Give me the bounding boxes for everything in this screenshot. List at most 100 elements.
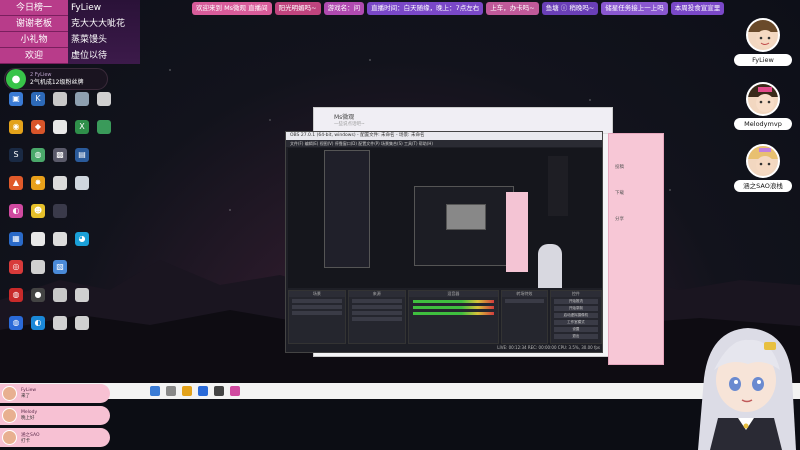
- windows-taskbar: [0, 383, 800, 399]
- marquee-item: 储星任务接上一上吗: [601, 2, 668, 15]
- desktop-icon[interactable]: ▦: [4, 232, 28, 246]
- info-value: 蒸菜馒头: [71, 35, 108, 45]
- source-item[interactable]: [351, 299, 402, 303]
- info-label: 欢迎: [0, 48, 68, 64]
- desktop-icon[interactable]: ◎: [4, 260, 28, 274]
- desktop-icon[interactable]: ▲: [4, 176, 28, 190]
- scene-item[interactable]: [292, 311, 342, 315]
- desktop-icon[interactable]: [48, 232, 72, 246]
- desktop-icon[interactable]: ◉: [4, 120, 28, 134]
- obs-docks: 场景 来源 混音器 转场特效 控件 开始推流 开始录制 启动虚拟摄像机 工作室模…: [288, 290, 602, 344]
- studio-mode-button[interactable]: 工作室模式: [553, 320, 598, 325]
- info-label: 小礼物: [0, 32, 68, 48]
- obs-menu-bar[interactable]: 文件(F) 编辑(E) 视图(V) 停靠窗口(D) 配置文件(P) 场景集合(S…: [286, 140, 602, 147]
- scene-item[interactable]: [292, 299, 342, 303]
- app-icon[interactable]: [230, 386, 240, 396]
- start-streaming-button[interactable]: 开始推流: [553, 299, 598, 304]
- desktop-icon[interactable]: [70, 316, 94, 330]
- chat-text: 来了: [21, 394, 30, 399]
- desktop-icon[interactable]: ◍: [4, 288, 28, 302]
- obs-window[interactable]: OBS 27.0.1 (64-bit, windows) - 配置文件: 未命名…: [285, 131, 603, 353]
- pink-panel-label: 下载: [615, 191, 624, 196]
- info-label: 今日榜一: [0, 0, 68, 16]
- viewer-name: Melodymvp: [734, 118, 792, 130]
- sources-dock[interactable]: 来源: [347, 290, 406, 344]
- desktop-icon[interactable]: [48, 204, 72, 218]
- avatar: [746, 18, 780, 52]
- desktop-icon[interactable]: ▣: [4, 92, 28, 106]
- edge-icon[interactable]: [198, 386, 208, 396]
- desktop-icon[interactable]: ▩: [48, 148, 72, 162]
- desktop-icon[interactable]: ●: [26, 288, 50, 302]
- transitions-dock[interactable]: 转场特效: [501, 290, 548, 344]
- desktop-icon[interactable]: [48, 120, 72, 134]
- desktop-icon[interactable]: ◍: [4, 316, 28, 330]
- info-row: 今日榜一 FyLiew: [0, 0, 140, 16]
- viewer-card: FyLiew: [734, 18, 792, 66]
- desktop-icon[interactable]: [26, 232, 50, 246]
- settings-button[interactable]: 设置: [553, 327, 598, 332]
- audio-meter: [412, 306, 495, 309]
- info-row: 谢谢老板 克大大大呲花: [0, 16, 140, 32]
- scene-item[interactable]: [292, 305, 342, 309]
- source-item[interactable]: [351, 305, 402, 309]
- nested-character: [538, 244, 562, 288]
- chat-message: FyLiew 来了: [0, 384, 110, 403]
- chat-text: 打卡: [21, 438, 30, 444]
- desktop-icon[interactable]: [48, 176, 72, 190]
- marquee-item: 直播时间：白天随缘，晚上：7点左右: [367, 2, 484, 15]
- info-value: FyLiew: [71, 3, 102, 13]
- desktop-icon[interactable]: ▧: [48, 260, 72, 274]
- desktop-icon[interactable]: [26, 260, 50, 274]
- viewer-card: Melodymvp: [734, 82, 792, 130]
- audio-mixer-dock[interactable]: 混音器: [407, 290, 500, 344]
- folder-icon[interactable]: [182, 386, 192, 396]
- desktop-icon[interactable]: ◍: [26, 148, 50, 162]
- transition-select[interactable]: [505, 299, 544, 303]
- desktop-icon[interactable]: ✸: [26, 176, 50, 190]
- exit-button[interactable]: 退出: [553, 334, 598, 339]
- desktop-icon[interactable]: [48, 288, 72, 302]
- desktop-icon[interactable]: [92, 92, 116, 106]
- dock-header: 场景: [289, 291, 345, 297]
- desktop-icon[interactable]: ▤: [70, 148, 94, 162]
- controls-dock[interactable]: 控件 开始推流 开始录制 启动虚拟摄像机 工作室模式 设置 退出: [549, 290, 602, 344]
- nested-pink-panel: [506, 192, 528, 272]
- chat-message: 涵之SAO 打卡: [0, 428, 110, 447]
- desktop-icon[interactable]: S: [4, 148, 28, 162]
- search-icon[interactable]: [166, 386, 176, 396]
- start-recording-button[interactable]: 开始录制: [553, 306, 598, 311]
- windows-start-icon[interactable]: [150, 386, 160, 396]
- viewer-name: 涵之SAO浪栈: [734, 180, 792, 192]
- obs-icon[interactable]: [214, 386, 224, 396]
- desktop-icon[interactable]: ◕: [70, 232, 94, 246]
- desktop-icon[interactable]: [70, 288, 94, 302]
- nested-preview: [446, 204, 486, 230]
- desktop-icon[interactable]: [92, 120, 116, 134]
- desktop-icon[interactable]: ◆: [26, 120, 50, 134]
- scenes-dock[interactable]: 场景: [288, 290, 346, 344]
- marquee-item: 上车，办卡吗~: [486, 2, 539, 15]
- desktop-icon[interactable]: [70, 176, 94, 190]
- desktop-icon[interactable]: ☻: [26, 204, 50, 218]
- obs-title-bar: OBS 27.0.1 (64-bit, windows) - 配置文件: 未命名…: [286, 132, 602, 140]
- desktop-icon[interactable]: [70, 92, 94, 106]
- live-chat-list: FyLiew 来了 Melody 晚上好 涵之SAO 打卡: [0, 384, 110, 450]
- info-row: 小礼物 蒸菜馒头: [0, 32, 140, 48]
- virtual-camera-button[interactable]: 启动虚拟摄像机: [553, 313, 598, 318]
- source-item[interactable]: [351, 317, 402, 321]
- desktop-icon[interactable]: [48, 92, 72, 106]
- desktop-icon[interactable]: K: [26, 92, 50, 106]
- desktop-icon[interactable]: X: [70, 120, 94, 134]
- desktop-icon[interactable]: ◐: [26, 316, 50, 330]
- obs-preview[interactable]: [288, 148, 602, 288]
- dock-header: 转场特效: [502, 291, 547, 297]
- fan-badge-sub: 2 FyLiew: [30, 72, 52, 78]
- desktop-icon[interactable]: [48, 316, 72, 330]
- chat-subtitle: 一些说点话吧~: [334, 122, 365, 127]
- audio-meter: [412, 312, 495, 315]
- source-item[interactable]: [351, 311, 402, 315]
- obs-status-bar: LIVE: 00:12:34 REC: 00:00:00 CPU: 3.5%, …: [497, 345, 600, 350]
- avatar: [2, 408, 17, 423]
- desktop-icon[interactable]: ◐: [4, 204, 28, 218]
